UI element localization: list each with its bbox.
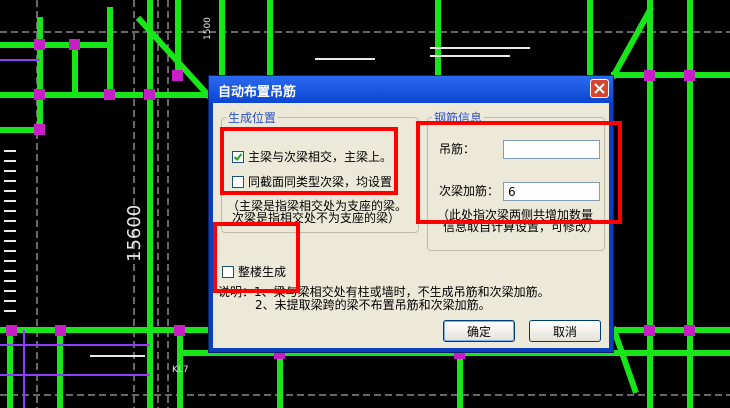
ok-button[interactable]: 确定 — [443, 320, 515, 342]
highlight-rebar-inputs — [416, 121, 622, 224]
highlight-position-options — [220, 127, 398, 195]
beam-label-kl7: KL7 — [172, 365, 189, 375]
dialog-title: 自动布置吊筋 — [218, 85, 297, 100]
position-group-legend: 生成位置 — [226, 109, 279, 126]
highlight-whole-building — [213, 222, 300, 293]
dialog-titlebar[interactable]: 自动布置吊筋 — [209, 76, 613, 103]
dimension-15600: 15600 — [124, 205, 145, 262]
close-icon — [594, 83, 605, 94]
close-button[interactable] — [590, 79, 609, 98]
explanation-line2: 2、未提取梁跨的梁不布置吊筋和次梁加筋。 — [255, 298, 491, 312]
dimension-1500: 1500 — [203, 17, 213, 40]
cancel-button[interactable]: 取消 — [529, 320, 601, 342]
